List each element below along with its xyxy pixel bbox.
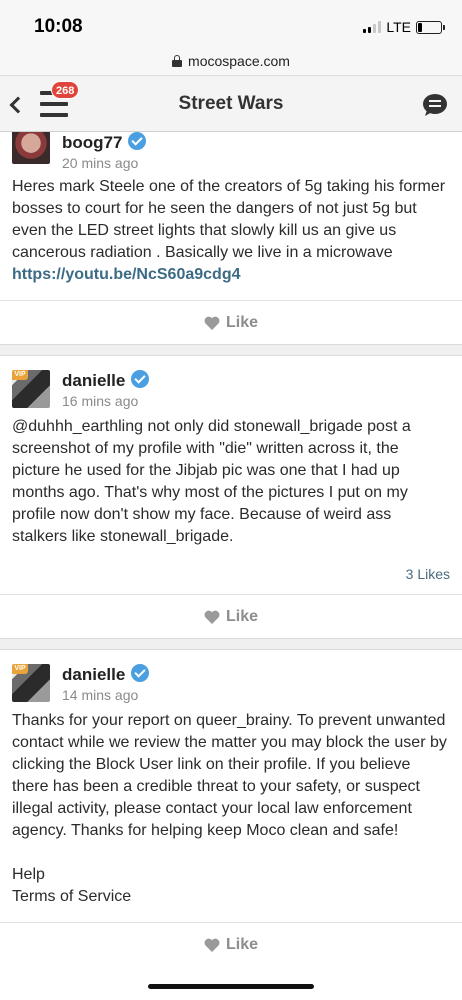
- cellular-signal-icon: [363, 21, 382, 33]
- home-indicator[interactable]: [148, 984, 314, 989]
- app-header: 268 Street Wars: [0, 76, 462, 132]
- network-type: LTE: [386, 19, 411, 35]
- post-card: VIP danielle 14 mins ago Thanks for your…: [0, 650, 462, 966]
- chat-bubble-icon[interactable]: [422, 93, 448, 117]
- post-feed[interactable]: boog77 20 mins ago Heres mark Steele one…: [0, 132, 462, 1000]
- help-link[interactable]: Help: [0, 864, 462, 886]
- post-username[interactable]: danielle: [62, 370, 150, 391]
- status-bar: 10:08 LTE: [0, 0, 462, 46]
- post-username[interactable]: danielle: [62, 664, 150, 685]
- lock-icon: [172, 54, 183, 67]
- verified-check-icon: [128, 132, 147, 150]
- post-timestamp: 14 mins ago: [62, 687, 139, 703]
- post-card: VIP danielle 16 mins ago @duhhh_earthlin…: [0, 356, 462, 638]
- avatar[interactable]: VIP: [12, 664, 50, 702]
- like-button[interactable]: Like: [0, 594, 462, 638]
- verified-check-icon: [131, 664, 150, 682]
- page-title: Street Wars: [178, 93, 284, 114]
- url-text[interactable]: mocospace.com: [188, 53, 290, 69]
- likes-count[interactable]: 3 Likes: [0, 566, 462, 582]
- post-divider: [0, 638, 462, 650]
- post-divider: [0, 344, 462, 356]
- post-text: Thanks for your report on queer_brainy. …: [12, 712, 447, 839]
- post-timestamp: 16 mins ago: [62, 393, 139, 409]
- heart-icon: [204, 316, 220, 330]
- terms-of-service-link[interactable]: Terms of Service: [0, 886, 462, 908]
- post-timestamp: 20 mins ago: [62, 155, 139, 171]
- vip-badge: VIP: [12, 370, 28, 380]
- heart-icon: [204, 610, 220, 624]
- url-bar[interactable]: mocospace.com: [0, 46, 462, 76]
- heart-icon: [204, 938, 220, 952]
- like-button[interactable]: Like: [0, 300, 462, 344]
- like-button[interactable]: Like: [0, 922, 462, 966]
- avatar[interactable]: VIP: [12, 370, 50, 408]
- avatar[interactable]: [12, 132, 50, 164]
- post-card: boog77 20 mins ago Heres mark Steele one…: [0, 132, 462, 344]
- status-time: 10:08: [34, 16, 83, 37]
- verified-check-icon: [131, 370, 150, 388]
- post-username[interactable]: boog77: [62, 132, 147, 153]
- post-link[interactable]: https://youtu.be/NcS60a9cdg4: [12, 266, 241, 283]
- vip-badge: VIP: [12, 664, 28, 674]
- post-text: Heres mark Steele one of the creators of…: [12, 178, 446, 283]
- status-indicators: LTE: [363, 19, 445, 35]
- battery-icon: [416, 20, 445, 34]
- post-text: @duhhh_earthling not only did stonewall_…: [12, 418, 411, 545]
